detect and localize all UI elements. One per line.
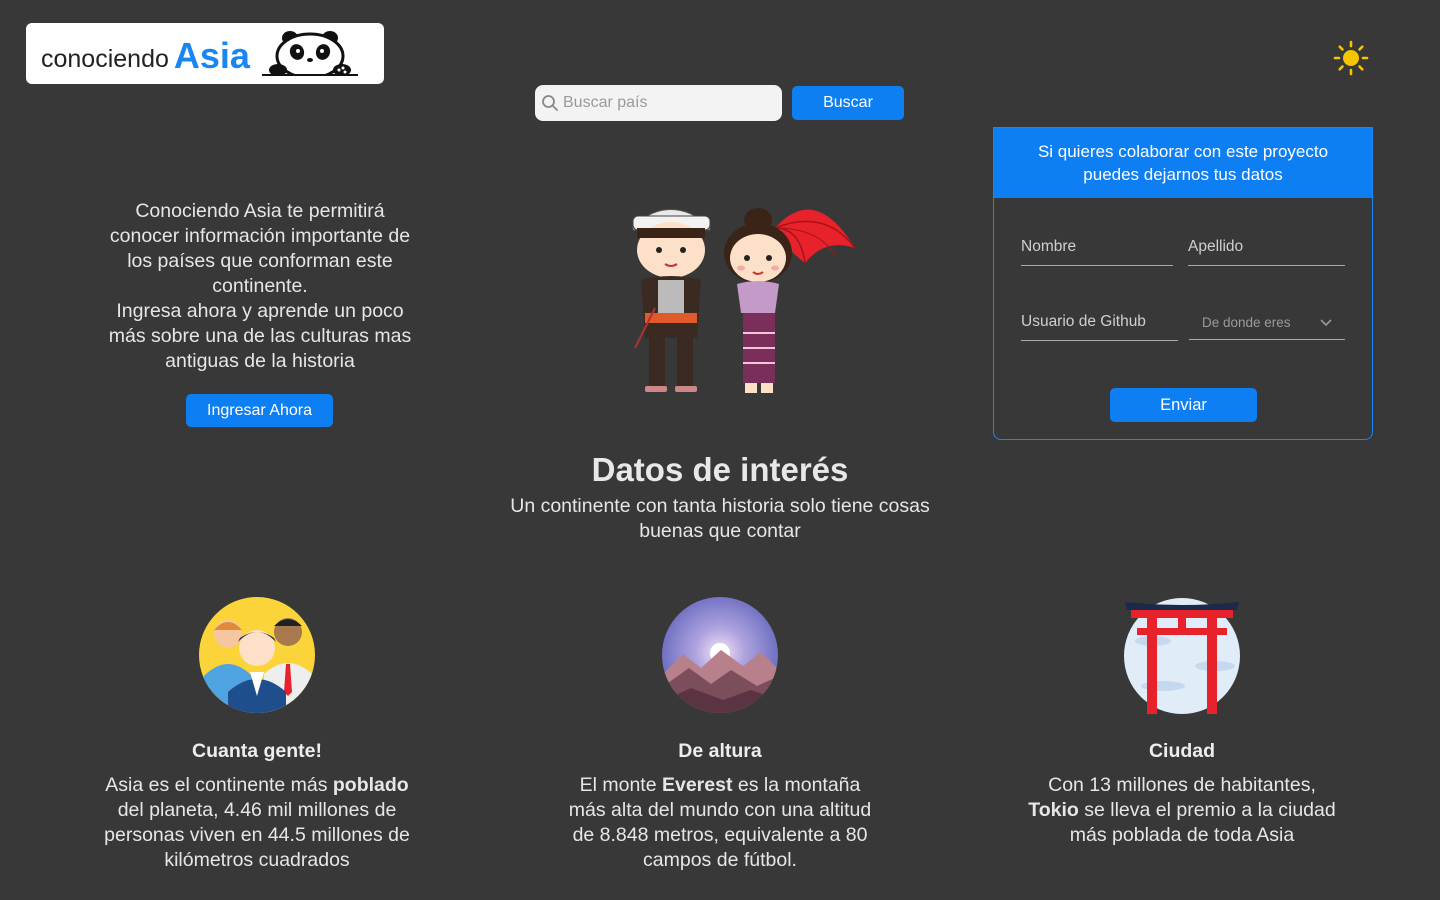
github-user-field (1021, 313, 1178, 341)
feature-card-altitude: De altura El monte Everest es la montaña… (560, 596, 880, 873)
feature-text-city: Con 13 millones de habitantes, Tokio se … (1028, 774, 1336, 846)
intro-paragraph-2: Ingresa ahora y aprende un poco más sobr… (108, 300, 412, 372)
feature-title-people: Cuanta gente! (191, 740, 322, 762)
feature-text-altitude: El monte Everest es la montaña más alta … (568, 774, 872, 871)
search-input[interactable] (563, 94, 763, 112)
interest-subtitle: Un continente con tanta historia solo ti… (510, 495, 930, 542)
asian-couple-illustration (632, 208, 856, 393)
feature-card-people: Cuanta gente! Asia es el continente más … (97, 596, 417, 873)
intro-paragraph-1: Conociendo Asia te permitirá conocer inf… (109, 200, 411, 297)
chevron-down-icon (1320, 318, 1332, 326)
mountain-icon (662, 597, 778, 713)
search-icon (542, 95, 558, 111)
sun-icon[interactable] (1333, 40, 1369, 76)
origin-select[interactable]: De donde eres (1189, 313, 1345, 340)
search-bar (535, 85, 782, 121)
people-icon (199, 597, 315, 713)
submit-button[interactable]: Enviar (1110, 388, 1257, 422)
first-name-field (1021, 238, 1173, 266)
intro-text: Conociendo Asia te permitirá conocer inf… (100, 199, 420, 374)
form-header: Si quieres colaborar con este proyecto p… (994, 128, 1372, 198)
panda-icon (261, 31, 358, 76)
collaboration-form: Si quieres colaborar con este proyecto p… (993, 127, 1373, 440)
feature-text-people: Asia es el continente más poblado del pl… (104, 774, 410, 871)
torii-gate-icon (1124, 598, 1240, 714)
last-name-input[interactable] (1188, 238, 1345, 265)
origin-select-value: De donde eres (1202, 315, 1291, 330)
logo-word-conociendo: conociendo (41, 45, 169, 73)
feature-title-city: Ciudad (1148, 740, 1216, 762)
logo-word-asia: Asia (173, 35, 250, 76)
feature-card-city: Ciudad Con 13 millones de habitantes, To… (1022, 596, 1342, 848)
first-name-input[interactable] (1021, 238, 1173, 265)
interest-title: Datos de interés (591, 451, 849, 488)
search-button[interactable]: Buscar (792, 86, 904, 120)
enter-now-button[interactable]: Ingresar Ahora (186, 394, 333, 427)
last-name-field (1188, 238, 1345, 266)
github-user-input[interactable] (1021, 313, 1178, 340)
feature-title-altitude: De altura (678, 740, 762, 762)
site-logo[interactable]: conociendo Asia (26, 23, 384, 84)
